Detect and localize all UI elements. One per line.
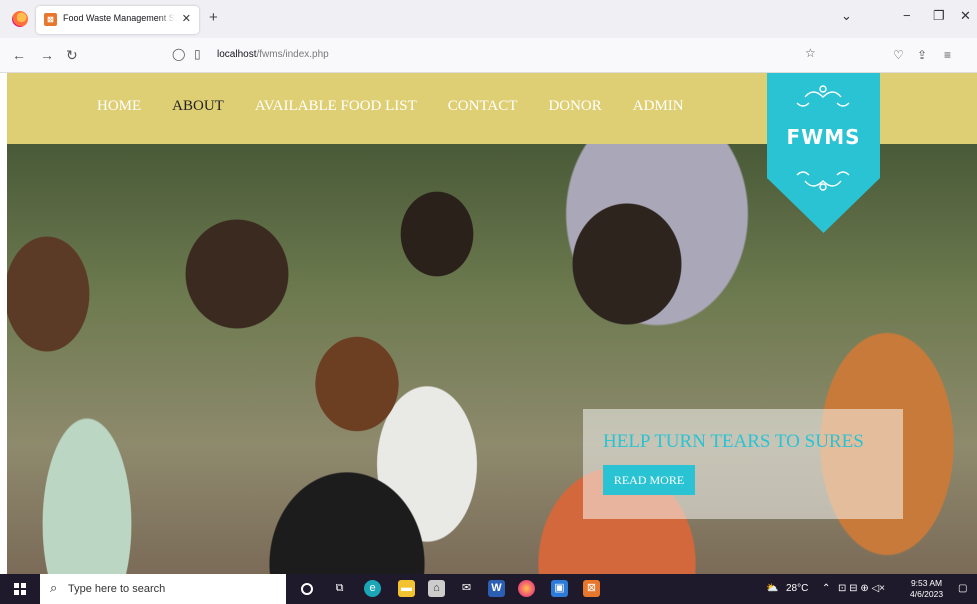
- file-explorer-icon[interactable]: ▬: [398, 580, 415, 597]
- forward-icon[interactable]: →: [40, 47, 54, 63]
- logo-badge[interactable]: FWMS: [767, 73, 880, 233]
- tray-icons[interactable]: ⊡ ⊟ ⊕ ◁×: [838, 583, 885, 594]
- restore-icon[interactable]: ❐: [933, 8, 945, 24]
- shield-icon[interactable]: ◯: [172, 47, 185, 61]
- clock-date: 4/6/2023: [910, 589, 944, 599]
- cortana-icon[interactable]: [301, 583, 313, 595]
- search-placeholder: Type here to search: [68, 583, 166, 595]
- clock-time: 9:53 AM: [910, 578, 943, 588]
- navigation-bar: ← → ↻ ◯ ▯ localhost/fwms/index.php ☆ ♡ ⇪…: [0, 38, 977, 73]
- close-window-icon[interactable]: ✕: [960, 8, 971, 24]
- tray-chevron-icon[interactable]: ⌃: [822, 583, 830, 594]
- tab-title: Food Waste Management System: [63, 13, 175, 23]
- taskbar-search[interactable]: ⌕ Type here to search: [40, 574, 286, 604]
- close-tab-icon[interactable]: ✕: [182, 12, 191, 25]
- weather-icon[interactable]: ⛅: [766, 583, 778, 594]
- weather-temp[interactable]: 28°C: [786, 583, 808, 594]
- browser-window: ⊠ Food Waste Management System ✕ + ⌄ − ❐…: [0, 0, 977, 574]
- xampp-taskbar-icon[interactable]: ⊠: [583, 580, 600, 597]
- pocket-icon[interactable]: ♡: [893, 48, 904, 62]
- firefox-taskbar-icon[interactable]: [518, 580, 535, 597]
- logo-text: FWMS: [786, 125, 861, 149]
- reload-icon[interactable]: ↻: [66, 47, 78, 64]
- menu-icon[interactable]: ≡: [944, 48, 951, 62]
- extensions-icon[interactable]: ⇪: [917, 48, 927, 62]
- menu-home[interactable]: HOME: [97, 98, 141, 115]
- list-tabs-icon[interactable]: ⌄: [841, 8, 852, 24]
- word-icon[interactable]: W: [488, 580, 505, 597]
- menu-donor[interactable]: DONOR: [548, 98, 601, 115]
- edge-icon[interactable]: e: [364, 580, 381, 597]
- menu-admin[interactable]: ADMIN: [633, 98, 684, 115]
- page-icon[interactable]: ▯: [194, 47, 201, 61]
- url-text[interactable]: localhost/fwms/index.php: [217, 49, 329, 60]
- hero-title: HELP TURN TEARS TO SURES: [603, 431, 864, 452]
- new-tab-icon[interactable]: +: [209, 9, 218, 26]
- tab-bar: ⊠ Food Waste Management System ✕ + ⌄ − ❐…: [0, 0, 977, 38]
- store-icon[interactable]: ⌂: [428, 580, 445, 597]
- clock[interactable]: 9:53 AM 4/6/2023: [910, 578, 943, 600]
- ribbon-shape: [767, 73, 880, 233]
- browser-tab[interactable]: ⊠ Food Waste Management System ✕: [36, 6, 199, 34]
- firefox-icon[interactable]: [12, 11, 28, 27]
- xampp-icon: ⊠: [44, 13, 57, 26]
- mail-icon[interactable]: ✉: [458, 580, 475, 597]
- minimize-icon[interactable]: −: [903, 8, 911, 23]
- url-bar[interactable]: ◯ ▯ localhost/fwms/index.php ☆: [160, 42, 826, 69]
- main-menu: HOME ABOUT AVAILABLE FOOD LIST CONTACT D…: [97, 98, 715, 115]
- windows-start-icon[interactable]: [14, 583, 26, 595]
- hero-callout: HELP TURN TEARS TO SURES READ MORE: [583, 409, 903, 519]
- search-icon: ⌕: [50, 580, 58, 595]
- task-view-icon[interactable]: ⧉: [331, 580, 348, 597]
- app-icon[interactable]: ▣: [551, 580, 568, 597]
- bookmark-star-icon[interactable]: ☆: [805, 46, 816, 60]
- notifications-icon[interactable]: ▢: [958, 583, 967, 594]
- menu-about[interactable]: ABOUT: [172, 98, 224, 115]
- back-icon[interactable]: ←: [12, 47, 26, 63]
- taskbar: ⌕ Type here to search ⧉ e ▬ ⌂ ✉ W ▣ ⊠ ⛅ …: [0, 574, 977, 604]
- menu-contact[interactable]: CONTACT: [448, 98, 518, 115]
- web-page: HELP TURN TEARS TO SURES READ MORE HOME …: [7, 73, 977, 574]
- menu-available-food-list[interactable]: AVAILABLE FOOD LIST: [255, 98, 417, 115]
- read-more-button[interactable]: READ MORE: [603, 465, 695, 495]
